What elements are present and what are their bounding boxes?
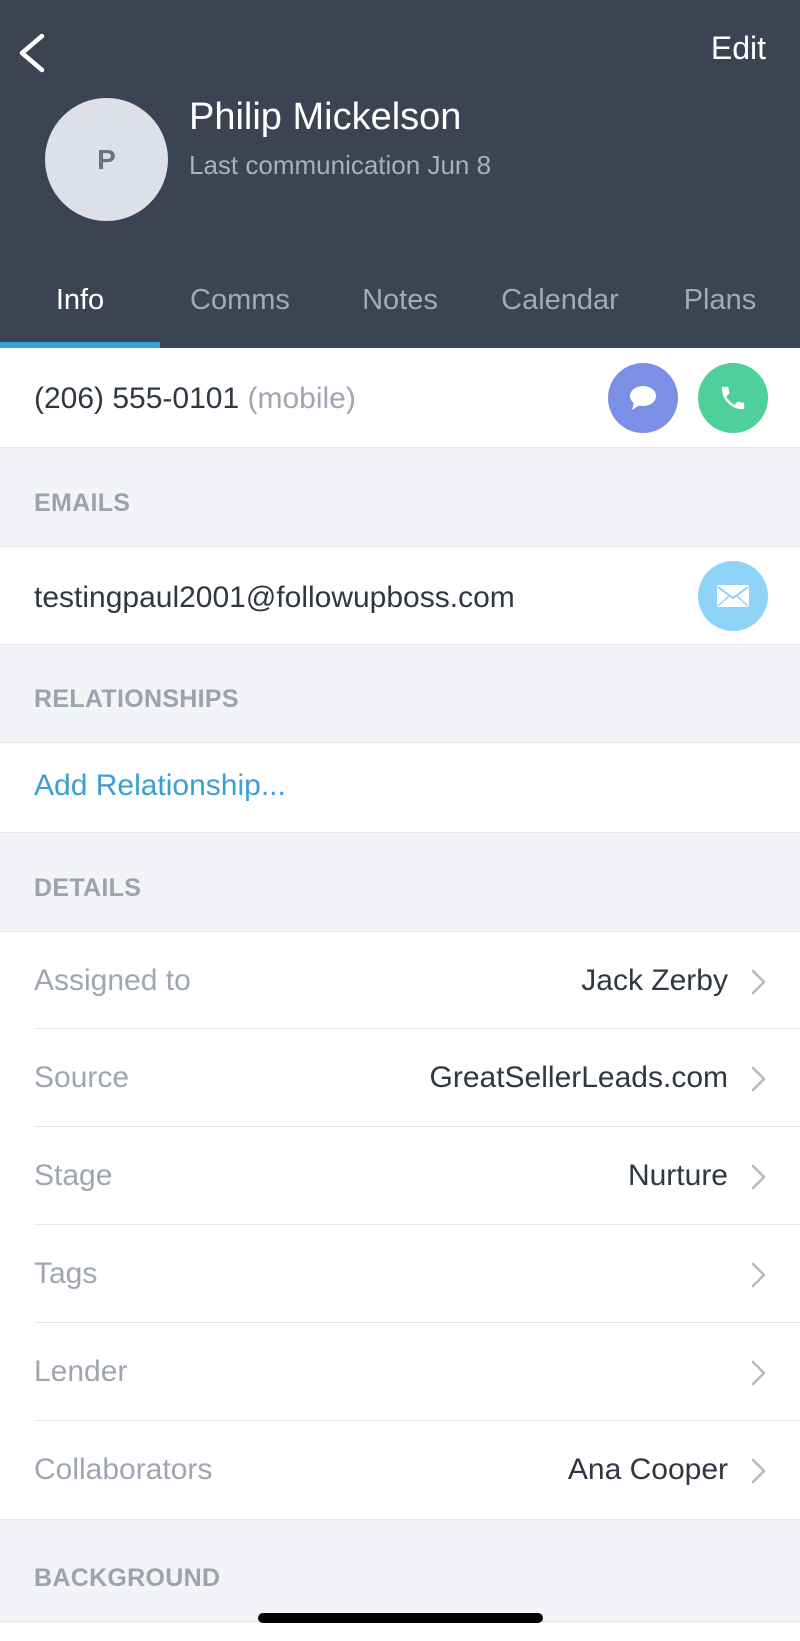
background-section-header: BACKGROUND xyxy=(0,1519,800,1621)
detail-row-assigned-to[interactable]: Assigned to Jack Zerby xyxy=(0,931,800,1029)
call-button[interactable] xyxy=(698,363,768,433)
phone-row: (206) 555-0101 (mobile) xyxy=(0,348,800,447)
chevron-right-icon xyxy=(751,1458,766,1484)
background-heading: BACKGROUND xyxy=(34,1564,221,1592)
phone-type: (mobile) xyxy=(247,382,356,415)
phone-number: (206) 555-0101 xyxy=(34,382,240,415)
tab-calendar[interactable]: Calendar xyxy=(480,270,640,348)
tab-info[interactable]: Info xyxy=(0,270,160,348)
detail-row-collaborators[interactable]: Collaborators Ana Cooper xyxy=(0,1421,800,1519)
detail-value: Jack Zerby xyxy=(581,964,728,997)
contact-name: Philip Mickelson xyxy=(189,96,462,138)
last-communication: Last communication Jun 8 xyxy=(189,150,492,180)
detail-value: Nurture xyxy=(627,1159,728,1192)
email-row: testingpaul2001@followupboss.com xyxy=(0,546,800,644)
emails-heading: EMAILS xyxy=(34,489,131,517)
relationships-heading: RELATIONSHIPS xyxy=(34,685,239,713)
detail-value: Ana Cooper xyxy=(567,1453,728,1486)
tab-notes[interactable]: Notes xyxy=(320,270,480,348)
chevron-right-icon xyxy=(751,969,766,995)
email-address: testingpaul2001@followupboss.com xyxy=(34,581,515,614)
email-button[interactable] xyxy=(698,561,768,631)
chevron-right-icon xyxy=(751,1360,766,1386)
avatar-initial: P xyxy=(97,143,116,175)
tab-bar: Info Comms Notes Calendar Plans xyxy=(0,270,800,348)
background-row xyxy=(0,1621,800,1641)
chevron-right-icon xyxy=(751,1066,766,1092)
add-relationship-link[interactable]: Add Relationship... xyxy=(34,769,286,803)
chevron-right-icon xyxy=(751,1164,766,1190)
emails-section-header: EMAILS xyxy=(0,447,800,546)
detail-label: Stage xyxy=(34,1159,113,1192)
detail-row-lender[interactable]: Lender xyxy=(0,1323,800,1421)
chat-bubble-icon xyxy=(630,386,656,410)
edit-button[interactable]: Edit xyxy=(711,30,766,67)
back-button[interactable] xyxy=(14,28,54,78)
message-button[interactable] xyxy=(608,363,678,433)
relationships-section-header: RELATIONSHIPS xyxy=(0,644,800,742)
detail-row-source[interactable]: Source GreatSellerLeads.com xyxy=(0,1029,800,1127)
details-heading: DETAILS xyxy=(34,874,142,902)
detail-value: GreatSellerLeads.com xyxy=(429,1061,728,1094)
contact-header: Edit P Philip Mickelson Last communicati… xyxy=(0,0,800,348)
phone-icon xyxy=(721,386,745,410)
avatar: P xyxy=(45,98,168,221)
detail-label: Tags xyxy=(34,1257,98,1290)
tab-plans[interactable]: Plans xyxy=(640,270,800,348)
details-section-header: DETAILS xyxy=(0,832,800,931)
chevron-right-icon xyxy=(751,1262,766,1288)
phone-number-text: (206) 555-0101 (mobile) xyxy=(34,382,356,416)
home-indicator[interactable] xyxy=(258,1613,543,1623)
relationships-row: Add Relationship... xyxy=(0,742,800,832)
detail-label: Assigned to xyxy=(34,964,191,997)
envelope-icon xyxy=(717,585,749,607)
detail-row-tags[interactable]: Tags xyxy=(0,1225,800,1323)
detail-row-stage[interactable]: Stage Nurture xyxy=(0,1127,800,1225)
tab-comms[interactable]: Comms xyxy=(160,270,320,348)
detail-label: Lender xyxy=(34,1355,128,1388)
detail-label: Source xyxy=(34,1061,130,1094)
detail-label: Collaborators xyxy=(34,1453,213,1486)
chevron-left-icon xyxy=(19,33,45,73)
